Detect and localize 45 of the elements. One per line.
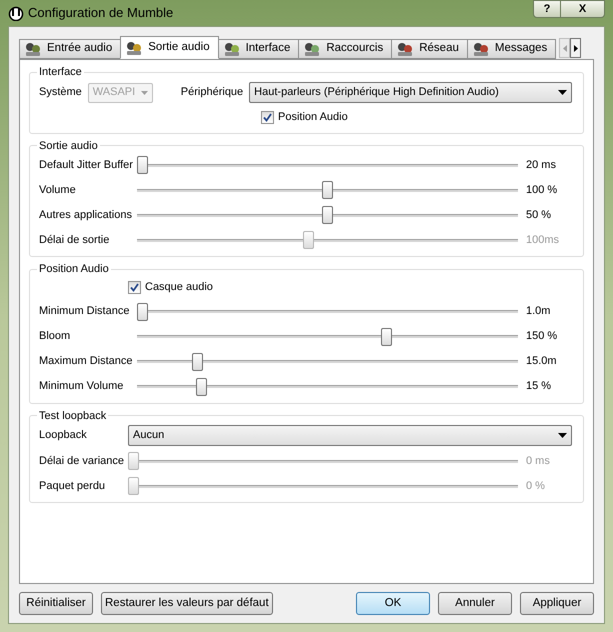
slider-label: Délai de sortie [39,232,110,248]
slider-label: Paquet perdu [39,478,106,494]
slider-value: 0 ms [525,454,551,469]
checkbox-label: Position Audio [278,110,348,126]
slider-label: Autres applications [39,208,133,223]
slider-value: 100 % [525,182,558,198]
window-title: Configuration de Mumble [28,4,174,22]
slider-label: Bloom [39,329,72,344]
help-button[interactable]: ? [533,0,561,18]
tab[interactable]: Entrée audio [19,39,122,59]
tab[interactable]: Sortie audio [120,36,219,59]
group-title: Sortie audio [38,138,99,154]
slider-label: Default Jitter Buffer [39,158,134,173]
slider-label: Minimum Distance [39,304,130,320]
close-button[interactable]: X [561,0,605,18]
system-label: Système [39,85,82,100]
tab[interactable]: Réseau [391,39,468,59]
dialog-button[interactable]: Annuler [438,592,512,615]
group-title: Interface [38,65,83,80]
group-title: Test loopback [38,408,108,424]
slider-value: 20 ms [525,158,557,173]
dialog-button[interactable]: OK [356,592,430,615]
slider-value: 15 % [525,379,552,394]
slider-value: 50 % [525,208,552,223]
loopback-dropdown[interactable]: Aucun [128,425,572,446]
loopback-label: Loopback [39,428,88,444]
slider-label: Maximum Distance [39,354,134,370]
slider-label: Volume [39,182,77,198]
checkbox-label: Casque audio [145,280,213,296]
slider-value: 1.0m [525,304,552,320]
dialog-button[interactable]: Réinitialiser [19,592,93,615]
slider-value: 0 % [525,478,546,494]
tab[interactable]: Messages [466,39,556,59]
slider-label: Minimum Volume [39,379,124,394]
tab[interactable]: Raccourcis [298,39,392,59]
group-title: Position Audio [38,262,110,277]
dialog-button[interactable]: Appliquer [520,592,594,615]
slider-value: 100ms [525,232,560,248]
dialog-button[interactable]: Restaurer les valeurs par défaut [101,592,273,615]
slider-label: Délai de variance [39,454,125,469]
slider-value: 150 % [525,329,558,344]
device-dropdown[interactable]: Haut-parleurs (Périphérique High Definition Audio) [249,82,572,103]
tab[interactable]: Interface [218,39,300,59]
slider-value: 15.0m [525,354,558,370]
device-label: Périphérique [180,85,244,100]
